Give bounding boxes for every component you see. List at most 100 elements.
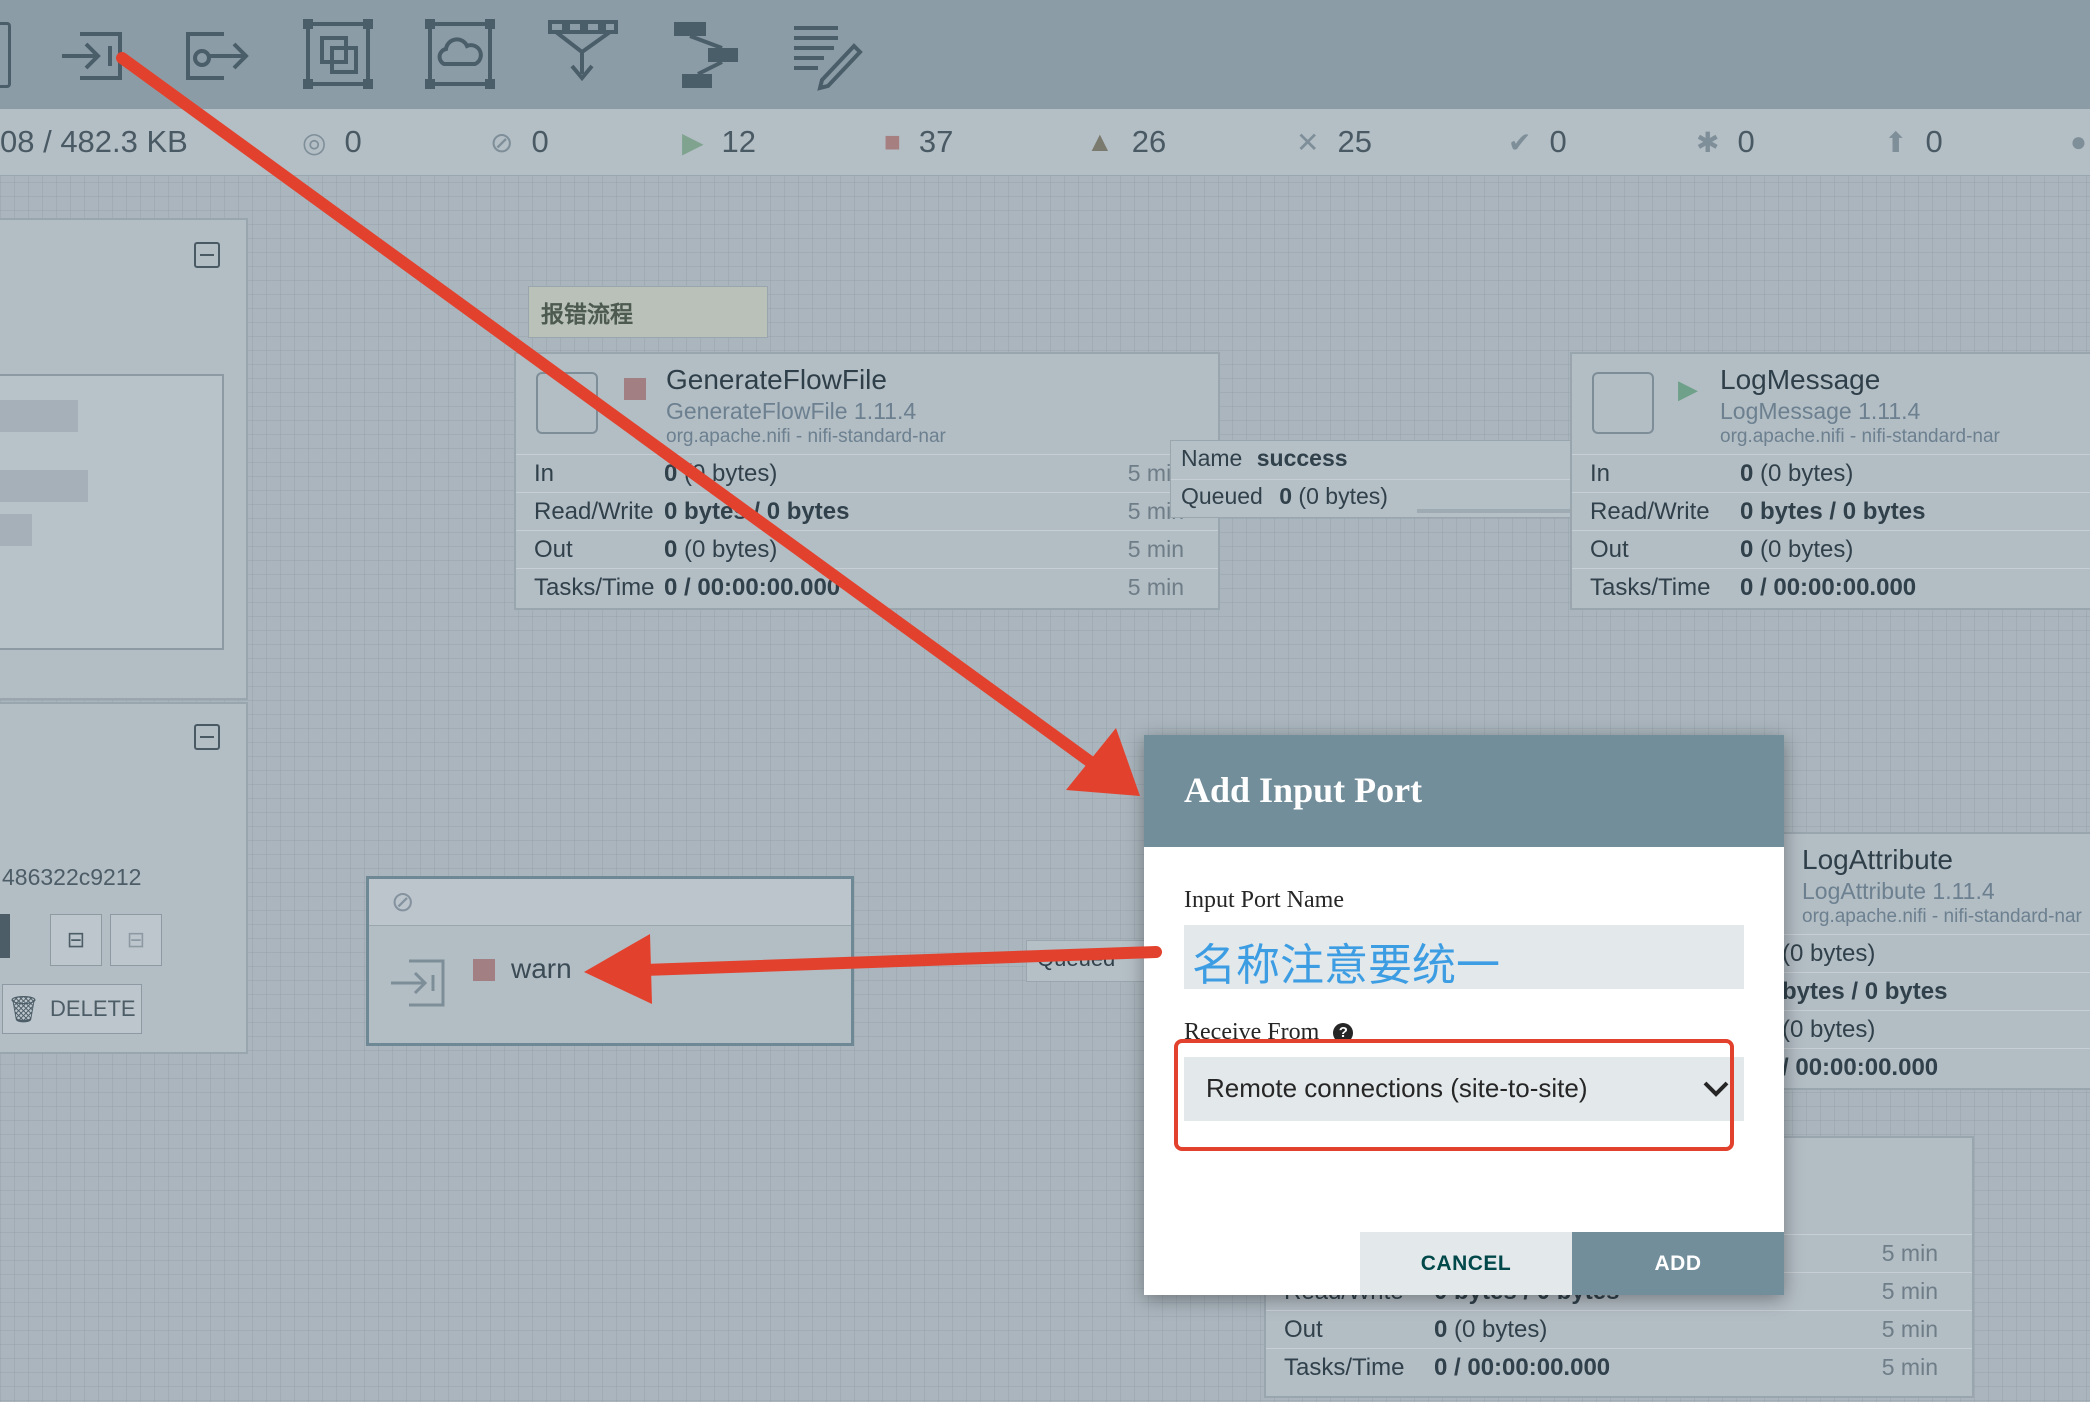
stats-value-bold: 0 / 00:00:00.000	[1762, 1053, 1939, 1081]
highlight-box	[1174, 1039, 1734, 1151]
connection-label[interactable]: Name success Queued 0 (0 bytes)	[1170, 440, 1618, 518]
stats-value-bold: 0	[1740, 459, 1754, 487]
process-group-contents	[0, 374, 224, 650]
connection-queued-bytes: (0 bytes)	[1292, 483, 1388, 509]
process-group-bottom[interactable]: 486322c9212 ⊟ ⊟ 🗑 DELETE	[0, 702, 248, 1054]
disabled-icon: ✕	[1296, 126, 1320, 158]
process-group-icon[interactable]	[300, 16, 376, 92]
processor-logmessage[interactable]: ▶ LogMessage LogMessage 1.11.4 org.apach…	[1570, 352, 2090, 610]
check-icon: ✔	[1508, 126, 1532, 158]
divider	[1171, 479, 1617, 480]
placeholder-bar	[0, 514, 32, 546]
stats-value-bold: 0 bytes / 0 bytes	[664, 497, 850, 525]
stats-value: 0 (0 bytes)	[1740, 460, 1853, 488]
disabled-count: 25	[1337, 124, 1372, 159]
input-port-icon[interactable]	[56, 16, 132, 92]
stats-value-bold: 0 / 00:00:00.000	[1434, 1353, 1611, 1381]
processor-stats: In 0 (0 bytes) Read/Write 0 bytes / 0 bytes…	[1572, 454, 2090, 606]
stats-key: In	[534, 459, 555, 487]
dialog-title: Add Input Port	[1184, 770, 1423, 810]
process-group-top[interactable]	[0, 218, 248, 700]
cancel-button[interactable]: CANCEL	[1360, 1232, 1572, 1295]
stats-row: Tasks/Time 0 / 00:00:00.000 5 min	[516, 568, 1218, 606]
collapse-icon[interactable]	[194, 242, 220, 268]
stats-key: Tasks/Time	[1590, 573, 1711, 601]
processor-bundle: org.apache.nifi - nifi-standard-nar	[666, 426, 946, 447]
stats-key: Read/Write	[534, 497, 654, 525]
canvas-label[interactable]: 报错流程	[528, 286, 768, 338]
not-transmitting-stat: ⊘ 0	[490, 109, 549, 175]
connection-queued-value: 0	[1279, 483, 1293, 509]
stats-key: Out	[1590, 535, 1629, 563]
input-port-icon	[387, 955, 451, 1011]
disabled-stat: ✕ 25	[1296, 109, 1372, 175]
status-bar: 08 / 482.3 KB ◎ 0 ⊘ 0 ▶ 12 ■ 37 ▲ 26 ✕ 25 ✔ 0 ✱…	[0, 109, 2090, 176]
connection-queued-row: Queued 0 (0 bytes)	[1181, 483, 1388, 510]
input-port-name-value: 名称注意要统一	[1192, 940, 1500, 991]
not-transmitting-count: 0	[531, 124, 549, 159]
processor-icon	[536, 372, 598, 434]
stats-value-bytes: (0 bytes)	[1447, 1315, 1548, 1343]
stats-row: Out 0 (0 bytes)	[1572, 530, 2090, 568]
stats-value-bytes: (0 bytes)	[1775, 939, 1876, 967]
stats-key: Out	[534, 535, 573, 563]
stats-value-bytes: (0 bytes)	[677, 459, 778, 487]
input-port-name-field[interactable]: 名称注意要统一	[1184, 925, 1744, 991]
toolbar-partial-icon[interactable]	[0, 22, 11, 88]
sync-failure-stat: ●	[2070, 109, 2087, 175]
output-port-icon[interactable]	[178, 16, 254, 92]
stats-row: In 0 (0 bytes) 5 min	[516, 454, 1218, 492]
locally-modified-stat: ✱ 0	[1696, 109, 1755, 175]
dialog-header: Add Input Port	[1144, 735, 1784, 847]
stats-value-bold: 0 bytes / 0 bytes	[1740, 497, 1926, 525]
add-button[interactable]: ADD	[1572, 1232, 1784, 1295]
stats-value-bold: 0	[1740, 535, 1754, 563]
connection-name-key: Name	[1181, 445, 1243, 471]
delete-button[interactable]: 🗑 DELETE	[2, 984, 142, 1034]
not-transmitting-icon: ⊘	[490, 126, 514, 158]
stats-value: 0 / 00:00:00.000	[1740, 574, 1916, 602]
processor-bundle: org.apache.nifi - nifi-standard-nar	[1802, 906, 2082, 927]
stats-value-bold: 0 / 00:00:00.000	[1740, 573, 1917, 601]
stats-value-bold: 0 bytes / 0 bytes	[1762, 977, 1948, 1005]
stats-key: Tasks/Time	[534, 573, 655, 601]
stats-key: Read/Write	[1590, 497, 1710, 525]
template-icon[interactable]	[666, 16, 742, 92]
stats-window: 5 min	[1881, 1240, 1938, 1266]
stats-value: 0 / 00:00:00.000	[1434, 1354, 1610, 1382]
stopped-icon: ■	[884, 126, 901, 157]
label-icon[interactable]	[788, 16, 864, 92]
warning-icon: ▲	[1086, 126, 1114, 157]
input-port-warn[interactable]: ⊘ warn	[366, 876, 854, 1046]
stats-row: Tasks/Time 0 / 00:00:00.000	[1572, 568, 2090, 606]
collapse-icon[interactable]	[194, 724, 220, 750]
save-template-icon[interactable]: ⊟	[50, 914, 102, 966]
move-icon[interactable]: ⊟	[110, 914, 162, 966]
stats-value: 0 / 00:00:00.000	[664, 574, 840, 602]
funnel-icon[interactable]	[544, 16, 620, 92]
input-port-name-label: Input Port Name	[1184, 887, 1344, 913]
remote-process-group-icon[interactable]	[422, 16, 498, 92]
stats-window: 5 min	[1881, 1278, 1938, 1304]
delete-label: DELETE	[50, 996, 136, 1021]
processor-icon	[1592, 372, 1654, 434]
stats-row: Read/Write 0 bytes / 0 bytes	[1572, 492, 2090, 530]
stats-window: 5 min	[1881, 1354, 1938, 1380]
transmitting-stat: ◎ 0	[302, 109, 362, 175]
stats-value: 0 (0 bytes)	[664, 460, 777, 488]
stats-value-bytes: (0 bytes)	[1753, 535, 1854, 563]
processor-generateflowfile[interactable]: GenerateFlowFile GenerateFlowFile 1.11.4…	[514, 352, 1220, 610]
running-count: 12	[721, 124, 757, 159]
stats-row: Tasks/Time 0 / 00:00:00.000 5 min	[1266, 1348, 1972, 1386]
stats-value-bytes: (0 bytes)	[677, 535, 778, 563]
stats-value: 0 / 00:00:00.000	[1762, 1054, 1938, 1082]
stopped-stat: ■ 37	[884, 109, 953, 175]
queued-label: Queued	[1037, 946, 1116, 971]
label-text: 报错流程	[541, 301, 633, 327]
processor-bundle: org.apache.nifi - nifi-standard-nar	[1720, 426, 2000, 447]
invalid-count: 26	[1131, 124, 1167, 159]
processor-type: LogMessage 1.11.4	[1720, 398, 1921, 424]
running-stat: ▶ 12	[682, 109, 756, 175]
placeholder-bar	[0, 470, 88, 502]
invalid-stat: ▲ 26	[1086, 109, 1166, 175]
